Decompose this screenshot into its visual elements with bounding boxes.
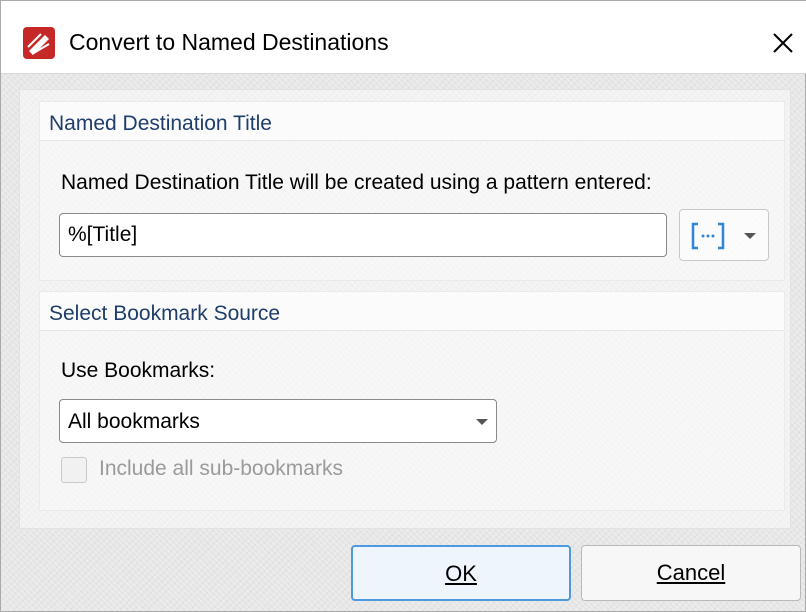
macro-bracket-icon <box>691 222 725 250</box>
ok-button[interactable]: OK <box>351 545 571 601</box>
pattern-input[interactable]: %[Title] <box>59 213 667 257</box>
insert-macro-button[interactable] <box>679 209 769 261</box>
group-title: Select Bookmark Source <box>49 302 281 325</box>
ok-button-label: OK <box>445 561 477 586</box>
convert-named-destinations-dialog: Convert to Named Destinations Named Dest… <box>0 0 806 612</box>
chevron-down-icon <box>476 419 488 425</box>
cancel-button[interactable]: Cancel <box>581 545 801 601</box>
select-value: All bookmarks <box>68 410 200 433</box>
pattern-description-label: Named Destination Title will be created … <box>61 171 652 194</box>
title-bar: Convert to Named Destinations <box>1 1 806 74</box>
use-bookmarks-label: Use Bookmarks: <box>61 359 216 382</box>
chevron-down-icon <box>744 233 756 239</box>
group-header: Select Bookmark Source <box>40 292 784 331</box>
close-icon <box>773 33 793 53</box>
dialog-title: Convert to Named Destinations <box>69 29 389 55</box>
cancel-button-label: Cancel <box>656 560 726 585</box>
bookmarks-select[interactable]: All bookmarks <box>59 399 497 443</box>
include-sub-bookmarks-checkbox[interactable] <box>61 457 87 483</box>
group-title: Named Destination Title <box>49 112 272 135</box>
pdf-xchange-logo-icon <box>23 27 55 59</box>
close-button[interactable] <box>759 19 806 67</box>
group-header: Named Destination Title <box>40 102 784 141</box>
include-sub-bookmarks-label: Include all sub-bookmarks <box>99 457 343 480</box>
